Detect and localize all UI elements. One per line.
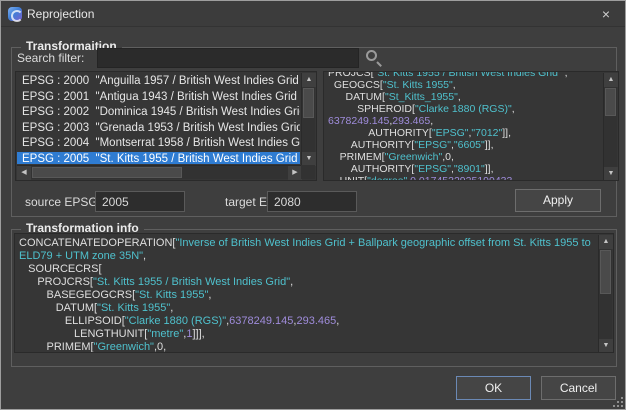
epsg-list[interactable]: EPSG : 2000 "Anguilla 1957 / British Wes…	[15, 71, 317, 181]
scroll-up-icon[interactable]: ▲	[604, 73, 618, 87]
scroll-thumb[interactable]	[303, 88, 314, 118]
ok-button[interactable]: OK	[456, 376, 531, 400]
source-epsg-label: source EPSG:	[25, 195, 101, 209]
resize-grip[interactable]	[613, 397, 623, 407]
scroll-up-icon[interactable]: ▲	[302, 73, 316, 87]
scroll-left-icon[interactable]: ◀	[17, 166, 31, 180]
titlebar[interactable]: Reprojection ×	[1, 1, 625, 27]
epsg-list-vscrollbar[interactable]: ▲ ▼	[301, 73, 315, 166]
crs-wkt-panel[interactable]: PROJCS["St. Kitts 1955 / British West In…	[323, 71, 619, 181]
scroll-up-icon[interactable]: ▲	[599, 235, 613, 249]
scroll-right-icon[interactable]: ▶	[288, 166, 302, 180]
epsg-list-item[interactable]: EPSG : 2005 "St. Kitts 1955 / British We…	[17, 152, 300, 165]
transformation-info-text: CONCATENATEDOPERATION["Inverse of Britis…	[19, 237, 595, 353]
crs-wkt-vscrollbar[interactable]: ▲ ▼	[603, 73, 617, 181]
scroll-thumb[interactable]	[32, 167, 182, 178]
source-epsg-input[interactable]	[95, 191, 185, 212]
apply-button[interactable]: Apply	[515, 189, 601, 212]
scrollbar-corner	[301, 165, 315, 179]
close-icon[interactable]: ×	[597, 5, 615, 23]
scroll-thumb[interactable]	[600, 250, 611, 294]
window-title: Reprojection	[27, 7, 94, 21]
search-input[interactable]	[97, 48, 359, 68]
reprojection-dialog: Reprojection × Transformaition Search fi…	[0, 0, 626, 410]
epsg-list-item[interactable]: EPSG : 2002 "Dominica 1945 / British Wes…	[17, 105, 300, 121]
epsg-list-item[interactable]: EPSG : 2003 "Grenada 1953 / British West…	[17, 121, 300, 137]
crs-wkt-text: PROJCS["St. Kitts 1955 / British West In…	[328, 71, 602, 181]
epsg-list-item[interactable]: EPSG : 2000 "Anguilla 1957 / British Wes…	[17, 74, 300, 90]
scroll-down-icon[interactable]: ▼	[604, 167, 618, 181]
epsg-list-rows[interactable]: EPSG : 2000 "Anguilla 1957 / British Wes…	[17, 74, 300, 164]
epsg-list-item[interactable]: EPSG : 2004 "Montserrat 1958 / British W…	[17, 136, 300, 152]
transformation-info-panel[interactable]: CONCATENATEDOPERATION["Inverse of Britis…	[14, 233, 614, 353]
search-filter-label: Search filter:	[17, 51, 84, 65]
scroll-down-icon[interactable]: ▼	[302, 152, 316, 166]
search-icon[interactable]	[365, 49, 383, 67]
cancel-button[interactable]: Cancel	[541, 376, 616, 400]
epsg-list-item[interactable]: EPSG : 2001 "Antigua 1943 / British West…	[17, 90, 300, 106]
info-vscrollbar[interactable]: ▲ ▼	[598, 235, 612, 353]
scroll-thumb[interactable]	[605, 88, 616, 116]
target-epsg-input[interactable]	[267, 191, 357, 212]
scroll-down-icon[interactable]: ▼	[599, 339, 613, 353]
app-logo-icon	[8, 7, 22, 21]
epsg-list-hscrollbar[interactable]: ◀ ▶	[17, 165, 302, 179]
